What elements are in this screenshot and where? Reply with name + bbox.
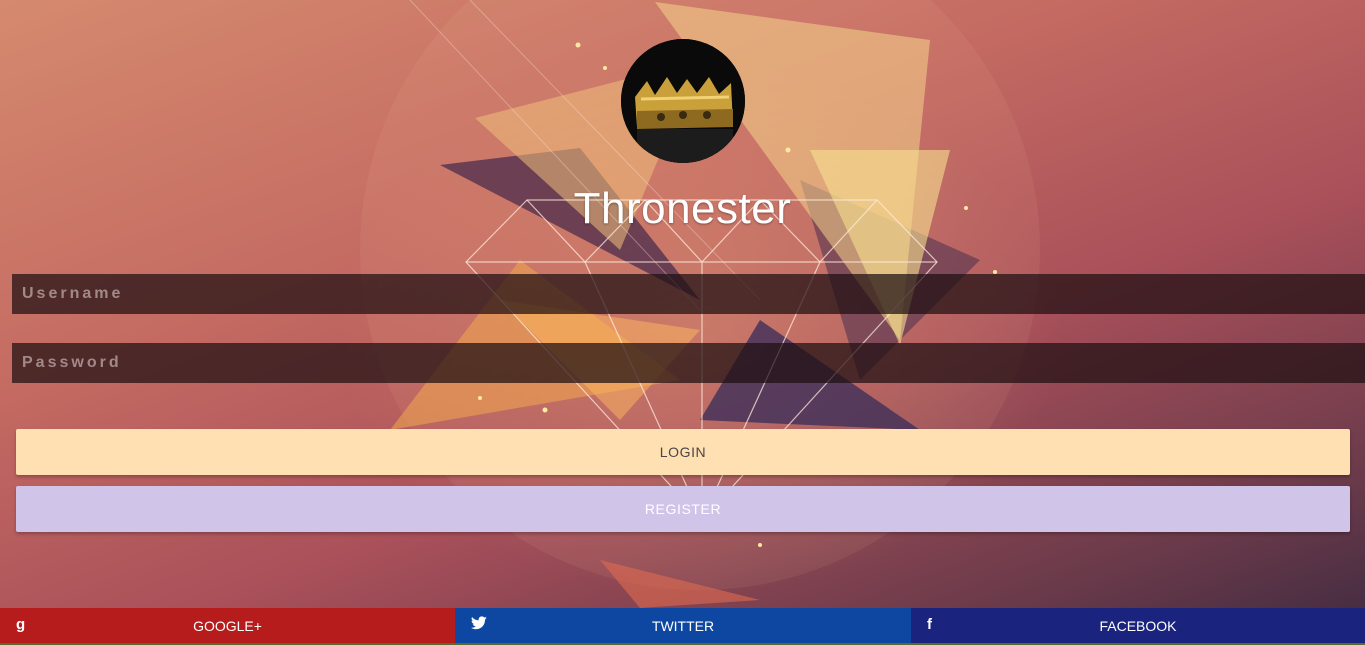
register-button[interactable]: REGISTER	[16, 486, 1350, 532]
google-plus-label: GOOGLE+	[193, 618, 262, 634]
social-login-bar: g GOOGLE+ TWITTER f FACEBOOK	[0, 608, 1365, 643]
username-input[interactable]	[12, 274, 1365, 314]
crown-avatar	[621, 39, 745, 163]
google-plus-icon: g	[16, 616, 26, 633]
app-title: Thronester	[573, 184, 792, 233]
google-plus-button[interactable]: g GOOGLE+	[0, 608, 455, 643]
facebook-label: FACEBOOK	[1099, 618, 1177, 634]
login-button[interactable]: LOGIN	[16, 429, 1350, 475]
facebook-button[interactable]: f FACEBOOK	[911, 608, 1365, 643]
twitter-button[interactable]: TWITTER	[455, 608, 911, 643]
twitter-label: TWITTER	[651, 618, 715, 634]
facebook-icon: f	[927, 616, 932, 633]
password-input[interactable]	[12, 343, 1365, 383]
twitter-icon	[471, 616, 487, 634]
